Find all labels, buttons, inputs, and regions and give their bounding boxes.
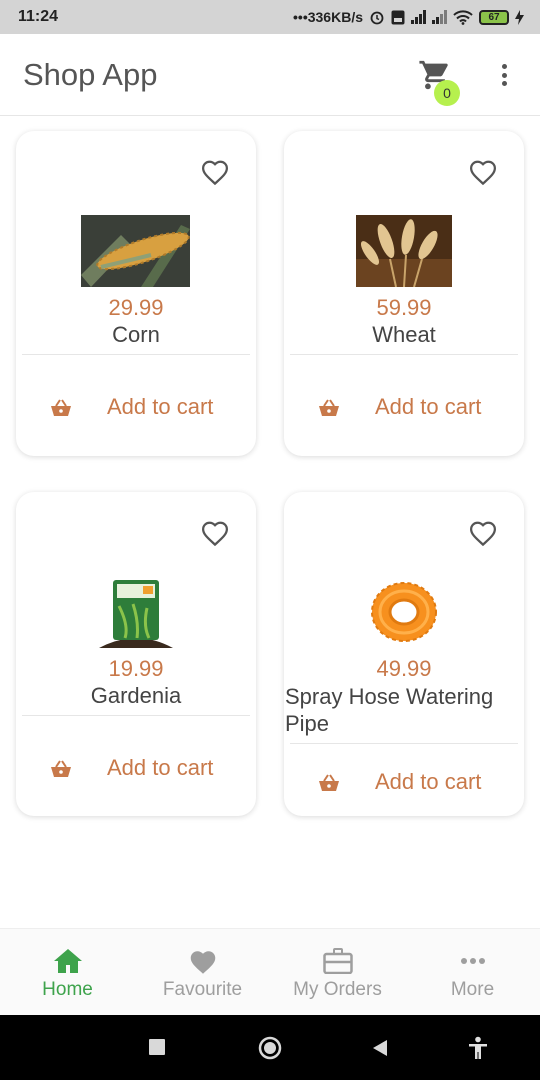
add-to-cart-label: Add to cart [375, 394, 482, 419]
divider [290, 743, 518, 744]
product-name: Spray Hose Watering Pipe [285, 684, 494, 736]
home-icon [52, 947, 84, 975]
product-card[interactable]: 29.99 Corn Add to cart [16, 131, 256, 456]
vermicompost-bag-photo [99, 576, 173, 648]
product-card[interactable]: 19.99 Gardenia Add to cart [16, 492, 256, 816]
bottom-navigation: Home Favourite My Orders More [0, 928, 540, 1015]
basket-icon [51, 760, 71, 777]
add-to-cart-button[interactable]: Add to cart [284, 388, 524, 428]
status-icons: •••336KB/s 67 [293, 9, 524, 25]
nav-label: More [450, 979, 495, 1000]
product-card[interactable]: 59.99 Wheat Add to cart [284, 131, 524, 456]
charging-icon [515, 9, 524, 25]
divider [22, 354, 250, 355]
cart-count-badge: 0 [434, 80, 460, 106]
heart-outline-icon[interactable] [200, 519, 230, 547]
more-vertical-icon[interactable] [494, 60, 514, 90]
heart-outline-icon[interactable] [468, 519, 498, 547]
battery-icon: 67 [479, 9, 509, 25]
nav-my-orders[interactable]: My Orders [270, 929, 405, 1015]
nav-label: Home [42, 979, 93, 1000]
nav-home[interactable]: Home [0, 929, 135, 1015]
divider [290, 354, 518, 355]
basket-icon [51, 399, 71, 416]
alarm-icon [370, 11, 384, 25]
divider [22, 715, 250, 716]
home-circle-icon[interactable] [258, 1036, 282, 1060]
wheat-photo [356, 215, 452, 287]
app-bar: Shop App 0 [0, 34, 540, 116]
product-name: Corn [112, 322, 160, 347]
product-price: 59.99 [376, 295, 432, 320]
briefcase-icon [322, 947, 354, 975]
status-time: 11:24 [18, 8, 59, 25]
product-price: 49.99 [376, 656, 432, 681]
product-price: 29.99 [108, 295, 164, 320]
product-name: Gardenia [90, 683, 182, 708]
product-name: Wheat [372, 322, 436, 347]
nav-label: Favourite [162, 979, 243, 1000]
accessibility-icon[interactable] [468, 1036, 488, 1060]
heart-outline-icon[interactable] [468, 158, 498, 186]
add-to-cart-button[interactable]: Add to cart [16, 388, 256, 428]
wifi-icon [453, 9, 473, 25]
nav-more[interactable]: More [405, 929, 540, 1015]
orange-hose-photo [370, 580, 438, 644]
nav-favourite[interactable]: Favourite [135, 929, 270, 1015]
add-to-cart-label: Add to cart [107, 394, 214, 419]
volte-icon [391, 10, 405, 24]
app-title: Shop App [23, 56, 158, 92]
back-icon[interactable] [372, 1039, 388, 1057]
signal-icon [411, 10, 426, 24]
add-to-cart-button[interactable]: Add to cart [16, 749, 256, 789]
status-bar: 11:24 •••336KB/s 67 [0, 0, 540, 34]
heart-outline-icon[interactable] [200, 158, 230, 186]
more-horizontal-icon [457, 947, 489, 975]
add-to-cart-label: Add to cart [375, 769, 482, 794]
basket-icon [319, 399, 339, 416]
add-to-cart-label: Add to cart [107, 755, 214, 780]
recents-icon[interactable] [149, 1039, 165, 1055]
system-navigation-bar [0, 1015, 540, 1080]
corn-photo [81, 215, 190, 287]
signal-icon [432, 10, 447, 24]
product-price: 19.99 [108, 656, 164, 681]
add-to-cart-button[interactable]: Add to cart [284, 763, 524, 803]
product-card[interactable]: 49.99 Spray Hose Watering Pipe Add to ca… [284, 492, 524, 816]
basket-icon [319, 774, 339, 791]
network-speed: •••336KB/s [293, 9, 363, 25]
nav-label: My Orders [293, 979, 382, 1000]
heart-icon [187, 947, 219, 975]
